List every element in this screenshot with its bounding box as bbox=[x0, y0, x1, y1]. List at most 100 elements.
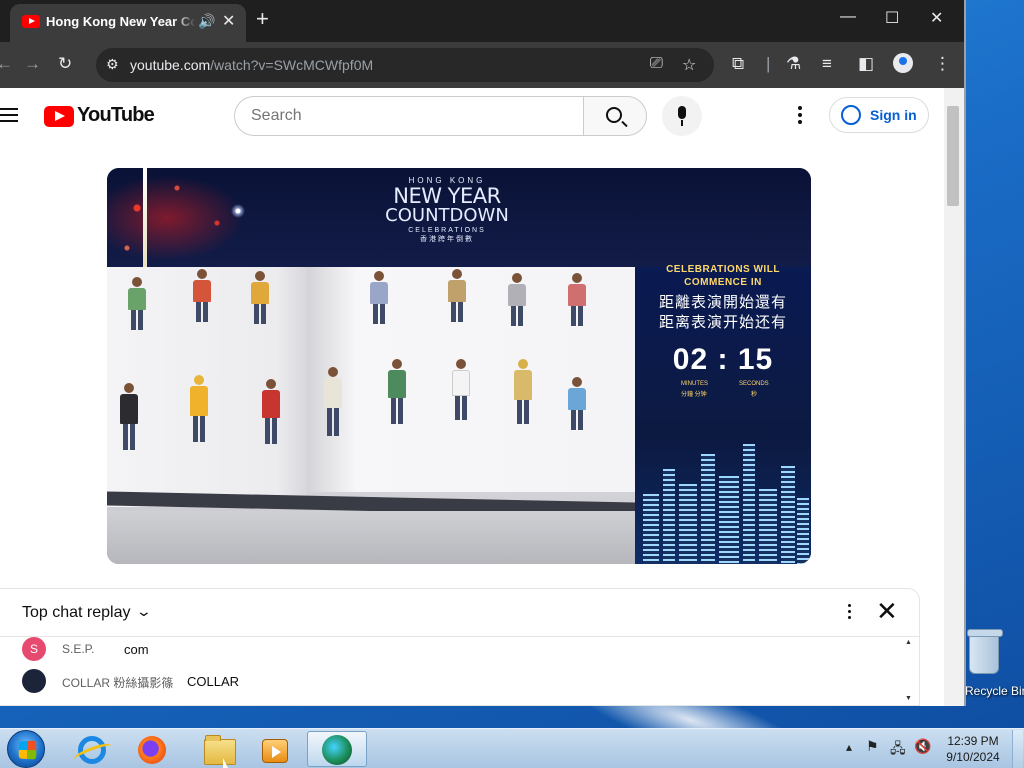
menu-hamburger-icon[interactable] bbox=[0, 108, 18, 122]
page-scrollbar[interactable] bbox=[944, 88, 964, 706]
video-player[interactable]: HONG KONG NEW YEAR COUNTDOWN CELEBRATION… bbox=[107, 168, 811, 564]
account-circle-icon bbox=[841, 105, 861, 125]
close-window-button[interactable]: ✕ bbox=[930, 8, 943, 28]
illustrated-person bbox=[127, 277, 147, 330]
clock-date: 9/10/2024 bbox=[946, 750, 1000, 764]
chrome-taskbar-button[interactable] bbox=[307, 731, 367, 767]
illustrated-person bbox=[387, 359, 407, 424]
action-center-flag-icon[interactable]: ⚑ bbox=[866, 738, 879, 755]
commence-text: CELEBRATIONS WILL COMMENCE IN bbox=[666, 264, 780, 288]
maximize-button[interactable]: ☐ bbox=[885, 8, 899, 28]
tab-youtube[interactable]: Hong Kong New Year Countdown Celebration… bbox=[10, 4, 246, 42]
internet-explorer-icon[interactable] bbox=[68, 733, 112, 767]
scrollbar-thumb[interactable] bbox=[947, 106, 959, 206]
extensions-icon[interactable]: ⧉ bbox=[732, 54, 744, 74]
search-icon bbox=[606, 107, 622, 123]
commence-zh-traditional: 距離表演開始還有 bbox=[658, 293, 787, 311]
chat-header: Top chat replay ⌄ ✕ bbox=[0, 589, 920, 637]
address-bar[interactable]: ⚙ youtube.com/watch?v=SWcMCWfpf0M ⎚ ☆ bbox=[96, 48, 714, 82]
show-desktop-button[interactable] bbox=[1012, 730, 1023, 768]
tower-graphic bbox=[143, 168, 147, 267]
avatar[interactable]: S bbox=[22, 637, 46, 661]
illustrated-person bbox=[261, 379, 281, 444]
commence-zh-simplified: 距离表演开始还有 bbox=[658, 313, 787, 331]
chat-text: com bbox=[124, 642, 149, 657]
table-surface bbox=[107, 511, 635, 564]
video-top-banner: HONG KONG NEW YEAR COUNTDOWN CELEBRATION… bbox=[107, 168, 811, 267]
countdown-brand: HONG KONG NEW YEAR COUNTDOWN CELEBRATION… bbox=[385, 176, 509, 243]
browser-window: Hong Kong New Year Countdown Celebration… bbox=[0, 0, 966, 706]
file-explorer-icon[interactable] bbox=[194, 733, 238, 767]
search-input[interactable] bbox=[251, 105, 571, 127]
chat-mode-selector[interactable]: Top chat replay bbox=[22, 604, 131, 622]
forward-button[interactable]: → bbox=[24, 54, 41, 74]
youtube-logo-text[interactable]: YouTube bbox=[77, 104, 155, 127]
tray-expand-icon[interactable]: ▴ bbox=[846, 740, 852, 754]
search-button[interactable] bbox=[583, 96, 647, 136]
trash-icon bbox=[967, 629, 1003, 674]
firefox-icon[interactable] bbox=[128, 733, 172, 767]
illustrated-person bbox=[369, 271, 389, 324]
live-chat-panel: Top chat replay ⌄ ✕ S S.E.P. com COLLAR … bbox=[0, 588, 920, 706]
illustrated-person bbox=[250, 271, 270, 324]
illustrated-person bbox=[567, 377, 587, 430]
speaker-icon[interactable]: 🔊 bbox=[198, 13, 215, 30]
start-button[interactable] bbox=[7, 730, 45, 768]
back-button[interactable]: ← bbox=[0, 54, 13, 74]
browser-toolbar: ← → ↻ ⚙ youtube.com/watch?v=SWcMCWfpf0M … bbox=[0, 42, 964, 88]
browser-app-icon bbox=[322, 735, 352, 765]
browser-menu-icon[interactable]: ⋮ bbox=[934, 54, 951, 74]
install-app-icon[interactable]: ⎚ bbox=[650, 55, 663, 73]
reload-button[interactable]: ↻ bbox=[58, 54, 72, 74]
minimize-button[interactable]: — bbox=[840, 8, 856, 26]
profile-avatar-icon[interactable] bbox=[893, 53, 913, 73]
youtube-logo-icon[interactable] bbox=[44, 106, 74, 127]
countdown-panel: CELEBRATIONS WILL COMMENCE IN 距離表演開始還有 距… bbox=[635, 264, 811, 564]
video-book-scene bbox=[107, 267, 635, 564]
city-skyline-graphic bbox=[635, 437, 811, 564]
avatar[interactable] bbox=[22, 669, 46, 693]
url-text: youtube.com/watch?v=SWcMCWfpf0M bbox=[130, 57, 374, 73]
media-player-icon[interactable] bbox=[252, 733, 296, 767]
illustrated-person bbox=[119, 383, 139, 450]
toolbar-divider: | bbox=[766, 54, 771, 73]
new-tab-button[interactable]: + bbox=[256, 8, 269, 30]
chat-author[interactable]: S.E.P. bbox=[62, 642, 94, 656]
voice-search-mic-icon[interactable] bbox=[662, 96, 702, 136]
chat-scrollbar[interactable]: ▲ ▼ bbox=[905, 639, 915, 705]
countdown-timer: 02 : 15 bbox=[672, 343, 774, 376]
chat-more-icon[interactable] bbox=[848, 604, 852, 622]
sign-in-button[interactable]: Sign in bbox=[829, 97, 929, 133]
labs-flask-icon[interactable]: ⚗ bbox=[786, 54, 801, 74]
sign-in-label: Sign in bbox=[870, 107, 917, 123]
chat-close-icon[interactable]: ✕ bbox=[876, 598, 898, 624]
search-box bbox=[234, 96, 584, 136]
chat-message: S S.E.P. com bbox=[22, 637, 882, 661]
taskbar: ▴ ⚑ 🖧 🔇 12:39 PM 9/10/2024 bbox=[0, 728, 1024, 768]
recycle-bin-icon[interactable]: Recycle Bin bbox=[963, 629, 1024, 702]
chat-author[interactable]: COLLAR 粉絲攝影篠 bbox=[62, 674, 173, 691]
firework-spark bbox=[231, 204, 245, 218]
network-icon[interactable]: 🖧 bbox=[890, 738, 906, 762]
bookmark-star-icon[interactable]: ☆ bbox=[682, 55, 696, 75]
illustrated-person bbox=[447, 269, 467, 322]
side-panel-icon[interactable]: ◧ bbox=[858, 54, 874, 74]
clock-time: 12:39 PM bbox=[947, 734, 999, 748]
scroll-up-icon[interactable]: ▲ bbox=[905, 639, 912, 646]
media-control-icon[interactable]: ≡ bbox=[822, 54, 832, 74]
chevron-down-icon[interactable]: ⌄ bbox=[136, 603, 152, 620]
windows-logo-icon bbox=[18, 740, 37, 760]
youtube-favicon-icon bbox=[22, 15, 40, 28]
tab-close-icon[interactable]: ✕ bbox=[222, 11, 235, 31]
scroll-down-icon[interactable]: ▼ bbox=[905, 695, 912, 702]
volume-muted-icon[interactable]: 🔇 bbox=[914, 738, 931, 755]
site-info-icon[interactable]: ⚙ bbox=[106, 56, 119, 73]
illustrated-person bbox=[451, 359, 471, 420]
settings-more-icon[interactable] bbox=[798, 106, 802, 126]
youtube-page: YouTube Sign in HONG KONG NEW YEAR bbox=[0, 88, 944, 706]
tab-bar: Hong Kong New Year Countdown Celebration… bbox=[0, 0, 964, 42]
tab-title: Hong Kong New Year Countdown Celebration… bbox=[46, 14, 196, 29]
system-clock[interactable]: 12:39 PM 9/10/2024 bbox=[938, 733, 1008, 765]
youtube-header: YouTube Sign in bbox=[0, 88, 944, 144]
mouse-cursor bbox=[223, 758, 228, 768]
